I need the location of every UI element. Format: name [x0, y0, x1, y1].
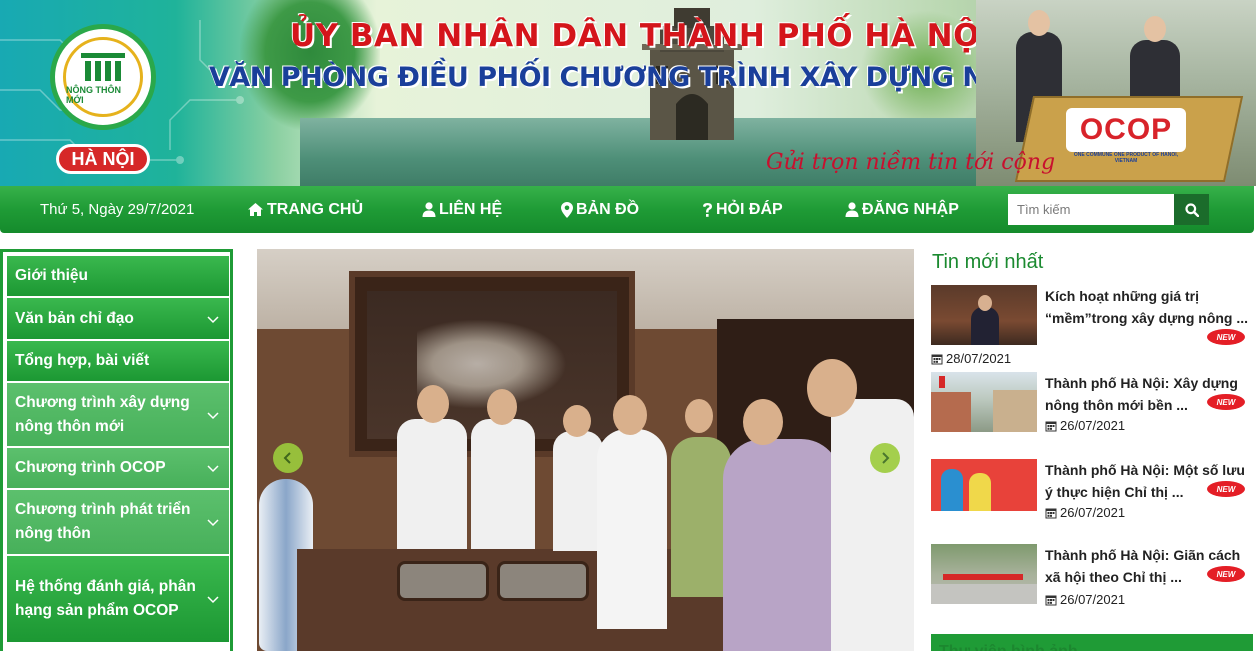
new-badge: NEW — [1207, 394, 1245, 410]
chevron-down-icon — [207, 465, 219, 473]
news-date: 26/07/2021 — [1045, 592, 1125, 607]
logo-emblem: NÔNG THÔN MỚI — [50, 24, 156, 130]
news-item[interactable]: Thành phố Hà Nội: Giãn cách xã hội theo … — [931, 544, 1253, 608]
current-date: Thứ 5, Ngày 29/7/2021 — [40, 201, 195, 218]
sidebar-item-van-ban-chi-dao[interactable]: Văn bản chỉ đạo — [7, 298, 229, 339]
sidebar-item-phat-trien-nong-thon[interactable]: Chương trình phát triển nông thôn — [7, 490, 229, 554]
chevron-left-icon — [283, 452, 291, 464]
site-logo[interactable]: NÔNG THÔN MỚI HÀ NỘI — [44, 24, 162, 174]
question-icon — [703, 202, 712, 217]
map-marker-icon — [561, 201, 573, 218]
chevron-down-icon — [207, 315, 219, 323]
slider-prev-button[interactable] — [273, 443, 303, 473]
banner-slogan: Gửi trọn niềm tin tới cộng — [766, 150, 1056, 175]
sidebar-item-tong-hop[interactable]: Tổng hợp, bài viết — [7, 341, 229, 381]
news-item[interactable]: Thành phố Hà Nội: Xây dựng nông thôn mới… — [931, 372, 1253, 436]
nav-map-label: BẢN ĐỒ — [576, 200, 640, 218]
news-date: 26/07/2021 — [1045, 505, 1125, 520]
search-icon — [1184, 202, 1199, 217]
nav-home-label: TRANG CHỦ — [267, 200, 363, 218]
organization-title: ỦY BAN NHÂN DÂN THÀNH PHỐ HÀ NỘI — [290, 18, 992, 54]
news-title-link[interactable]: Kích hoạt những giá trị “mềm”trong xây d… — [1045, 285, 1251, 329]
page: NÔNG THÔN MỚI HÀ NỘI ỦY BAN NHÂN DÂN THÀ… — [0, 0, 1256, 651]
nav-login-link[interactable]: ĐĂNG NHẬP — [845, 186, 959, 233]
search-input[interactable] — [1008, 194, 1174, 225]
calendar-icon — [1045, 595, 1057, 605]
new-badge: NEW — [1207, 329, 1245, 345]
sidebar-item-label: Giới thiệu — [15, 267, 89, 284]
ocop-tagline: ONE COMMUNE ONE PRODUCT OF HANOI, VIETNA… — [1073, 152, 1179, 164]
home-icon — [248, 203, 263, 216]
photo-library-heading: Thư viện hình ảnh — [939, 643, 1078, 651]
news-item[interactable]: Kích hoạt những giá trị “mềm”trong xây d… — [931, 285, 1253, 369]
news-thumbnail[interactable] — [931, 459, 1037, 519]
latest-news-heading: Tin mới nhất — [932, 251, 1044, 273]
sidebar-menu: Giới thiệu Văn bản chỉ đạo Tổng hợp, bài… — [0, 249, 233, 651]
nav-contact-link[interactable]: LIÊN HỆ — [422, 186, 502, 233]
featured-image-slider[interactable] — [257, 249, 914, 651]
calendar-icon — [1045, 421, 1057, 431]
chevron-down-icon — [207, 519, 219, 527]
nav-contact-label: LIÊN HỆ — [439, 200, 503, 218]
chevron-down-icon — [207, 596, 219, 604]
news-date: 26/07/2021 — [1045, 418, 1125, 433]
chevron-down-icon — [207, 411, 219, 419]
sidebar-item-danh-gia-ocop[interactable]: Hệ thống đánh giá, phân hạng sản phẩm OC… — [7, 556, 229, 642]
news-thumbnail[interactable] — [931, 372, 1037, 432]
slider-next-button[interactable] — [870, 443, 900, 473]
logo-arc-text: NÔNG THÔN MỚI — [66, 85, 121, 105]
news-date: 28/07/2021 — [931, 351, 1011, 366]
nav-faq-link[interactable]: HỎI ĐÁP — [702, 186, 783, 233]
search-button[interactable] — [1174, 194, 1209, 225]
news-item[interactable]: Thành phố Hà Nội: Một số lưu ý thực hiện… — [931, 459, 1253, 523]
nav-login-label: ĐĂNG NHẬP — [862, 200, 959, 218]
new-badge: NEW — [1207, 481, 1245, 497]
sidebar-item-label: Tổng hợp, bài viết — [15, 352, 150, 369]
header-banner: NÔNG THÔN MỚI HÀ NỘI ỦY BAN NHÂN DÂN THÀ… — [0, 0, 1256, 186]
sidebar-item-chuong-trinh-ntm[interactable]: Chương trình xây dựng nông thôn mới — [7, 383, 229, 446]
house-icon — [81, 53, 125, 81]
news-thumbnail[interactable] — [931, 285, 1037, 345]
sidebar-item-label: Chương trình OCOP — [15, 459, 166, 476]
photo-library-box: Thư viện hình ảnh — [931, 634, 1253, 651]
calendar-icon — [931, 354, 943, 364]
nav-map-link[interactable]: BẢN ĐỒ — [561, 186, 639, 233]
nav-home-link[interactable]: TRANG CHỦ — [247, 186, 363, 233]
sidebar-item-chuong-trinh-ocop[interactable]: Chương trình OCOP — [7, 448, 229, 488]
new-badge: NEW — [1207, 566, 1245, 582]
nav-faq-label: HỎI ĐÁP — [716, 200, 783, 218]
calendar-icon — [1045, 508, 1057, 518]
sidebar-item-gioi-thieu[interactable]: Giới thiệu — [7, 256, 229, 296]
sidebar-item-label: Chương trình xây dựng nông thôn mới — [15, 393, 190, 435]
sidebar-item-label: Văn bản chỉ đạo — [15, 309, 134, 327]
user-icon — [845, 202, 859, 217]
sidebar-item-label: Chương trình phát triển nông thôn — [15, 501, 191, 542]
ocop-logo: OCOP — [1066, 108, 1186, 152]
news-thumbnail[interactable] — [931, 544, 1037, 604]
logo-place-label: HÀ NỘI — [56, 144, 150, 174]
user-icon — [422, 202, 436, 217]
sidebar-item-label: Hệ thống đánh giá, phân hạng sản phẩm OC… — [15, 578, 196, 619]
chevron-right-icon — [882, 452, 890, 464]
